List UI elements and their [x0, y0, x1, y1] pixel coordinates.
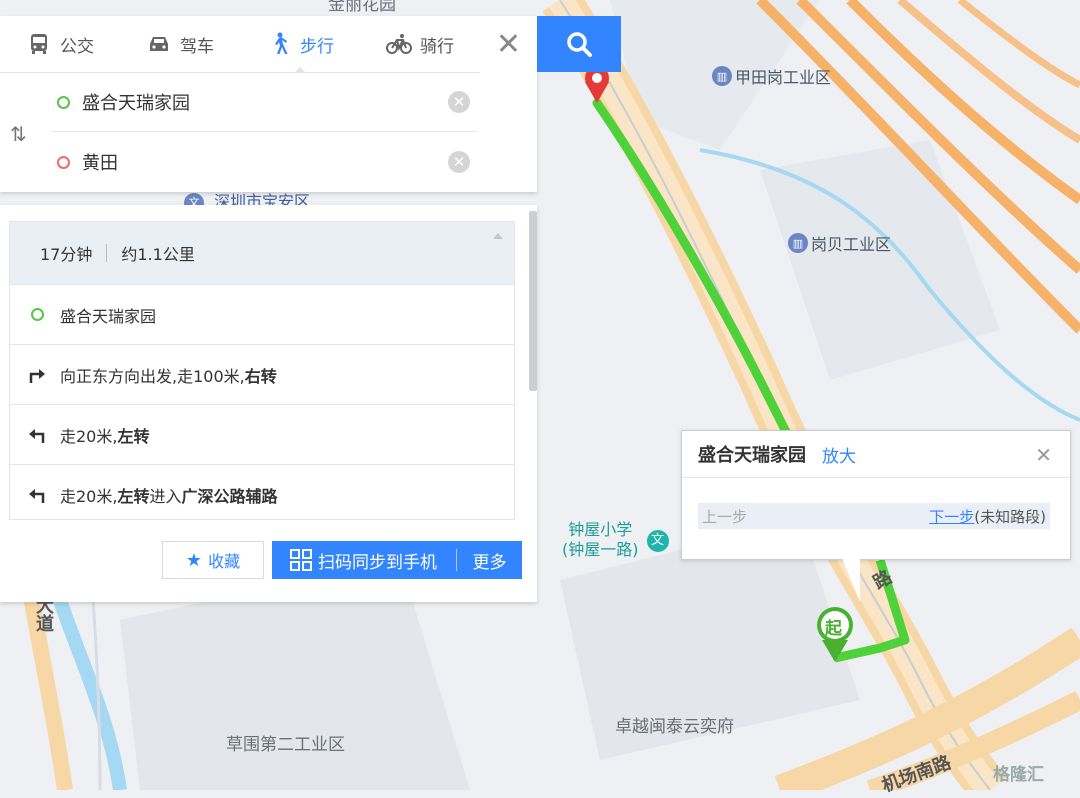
route-steps[interactable]: 17分钟 约1.1公里 盛合天瑞家园 向正东方向出发,走100米,右转 走20米… [9, 221, 515, 520]
start-marker[interactable]: 起 [825, 614, 842, 639]
map-label-top: 金丽花园 [328, 0, 396, 15]
building-icon: ▥ [788, 233, 808, 253]
step-3[interactable]: 走20米,左转进入广深公路辅路 [10, 465, 514, 519]
search-icon [567, 32, 592, 57]
qr-icon [290, 549, 312, 571]
more-button[interactable]: 更多 [457, 548, 522, 573]
end-field[interactable]: 黄田 ✕ [52, 133, 478, 191]
scroll-up-icon[interactable] [493, 233, 503, 239]
route-panel: 17分钟 约1.1公里 盛合天瑞家园 向正东方向出发,走100米,右转 走20米… [0, 205, 537, 602]
tab-bike[interactable]: 骑行 [360, 16, 480, 72]
route-distance: 约1.1公里 [121, 245, 195, 264]
bus-icon [31, 34, 47, 54]
building-icon: ▥ [712, 66, 732, 86]
poi-gangbei[interactable]: ▥ 岗贝工业区 [788, 231, 891, 255]
prev-step: 上一步 [702, 507, 748, 526]
route-time: 17分钟 [40, 245, 93, 264]
bike-icon [386, 34, 412, 54]
turn-left-icon [26, 424, 48, 446]
favorite-button[interactable]: ★ 收藏 [162, 541, 264, 579]
popup-pointer [842, 558, 860, 602]
info-popup: 盛合天瑞家园 放大 ✕ 上一步 下一步(未知路段) [681, 430, 1071, 602]
route-search-panel: 公交 驾车 步行 骑行 ✕ ⇅ 盛合天瑞家园 ✕ 黄田 ✕ [0, 16, 621, 192]
next-step-link[interactable]: 下一步 [929, 508, 974, 526]
poi-jiatian[interactable]: ▥ 甲田岗工业区 [712, 64, 831, 88]
zoom-link[interactable]: 放大 [822, 442, 856, 467]
step-nav: 上一步 下一步(未知路段) [698, 503, 1050, 529]
close-icon[interactable]: ✕ [480, 16, 537, 72]
star-icon: ★ [185, 549, 203, 571]
turn-left-icon [26, 484, 48, 506]
map-label-caowei: 草围第二工业区 [226, 735, 345, 755]
step-2[interactable]: 走20米,左转 [10, 405, 514, 465]
start-field[interactable]: 盛合天瑞家园 ✕ [52, 73, 478, 132]
route-summary[interactable]: 17分钟 约1.1公里 [10, 222, 514, 285]
start-dot-icon [57, 95, 70, 109]
school-icon: 文 [646, 530, 669, 552]
tab-bus[interactable]: 公交 [0, 16, 120, 72]
search-button[interactable] [537, 16, 621, 72]
close-icon[interactable]: ✕ [1035, 443, 1052, 467]
map-label-dadao: 大道 [36, 596, 54, 635]
poi-school[interactable]: 钟屋小学 (钟屋一路) 文 [562, 520, 669, 560]
start-circle-icon [26, 304, 48, 326]
scrollbar[interactable] [529, 211, 537, 391]
transport-tabs: 公交 驾车 步行 骑行 [0, 16, 480, 73]
turn-right-icon [26, 364, 48, 386]
clear-start-icon[interactable]: ✕ [448, 91, 470, 113]
end-dot-icon [57, 155, 70, 169]
map-label-zhuoyue: 卓越闽泰云奕府 [615, 717, 734, 737]
qr-sync-bar: 扫码同步到手机 更多 [272, 541, 522, 579]
car-icon [150, 37, 168, 51]
step-start[interactable]: 盛合天瑞家园 [10, 285, 514, 345]
tab-walk[interactable]: 步行 [240, 16, 360, 73]
tab-car[interactable]: 驾车 [120, 16, 240, 72]
watermark: 格隆汇 [993, 765, 1044, 785]
qr-sync-button[interactable]: 扫码同步到手机 [272, 548, 456, 573]
walk-icon [275, 32, 288, 54]
clear-end-icon[interactable]: ✕ [448, 151, 470, 173]
popup-header: 盛合天瑞家园 放大 ✕ [682, 431, 1070, 478]
divider [106, 244, 108, 262]
popup-title: 盛合天瑞家园 [698, 445, 806, 466]
swap-icon[interactable]: ⇅ [10, 122, 27, 146]
step-1[interactable]: 向正东方向出发,走100米,右转 [10, 345, 514, 405]
